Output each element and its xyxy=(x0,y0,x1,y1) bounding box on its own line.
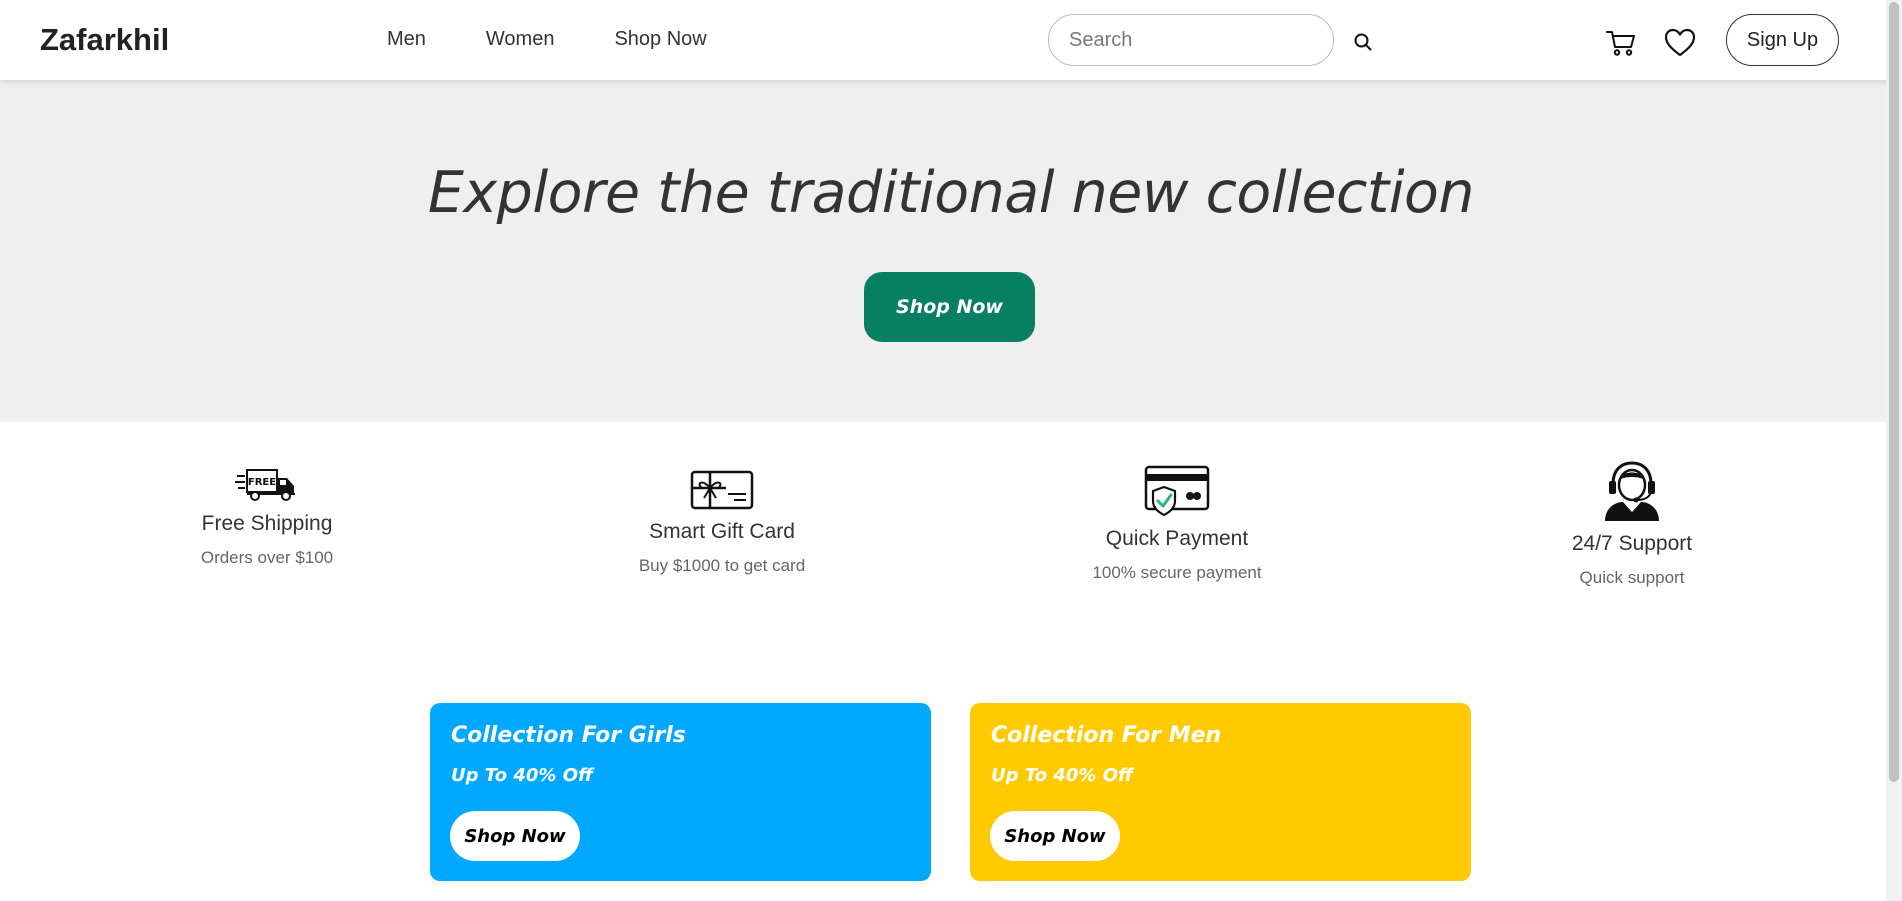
promo-men-shop-now-button[interactable]: Shop Now xyxy=(990,811,1120,861)
main-nav: Men Women Shop Now xyxy=(387,28,707,51)
heart-icon[interactable] xyxy=(1664,28,1696,58)
feature-title: Smart Gift Card xyxy=(649,520,795,543)
free-badge-text: FREE xyxy=(248,477,276,488)
hero-shop-now-button[interactable]: Shop Now xyxy=(864,272,1035,342)
promo-card-girls: Collection For Girls Up To 40% Off Shop … xyxy=(430,703,931,881)
brand-logo[interactable]: Zafarkhil xyxy=(40,22,169,58)
promo-card-men: Collection For Men Up To 40% Off Shop No… xyxy=(970,703,1471,881)
feature-subtitle: Quick support xyxy=(1579,568,1685,587)
nav-link-women[interactable]: Women xyxy=(486,28,555,51)
free-shipping-truck-icon: FREE xyxy=(235,469,295,501)
cart-icon[interactable] xyxy=(1606,29,1636,57)
promo-girls-shop-now-button[interactable]: Shop Now xyxy=(450,811,580,861)
feature-title: Free Shipping xyxy=(201,512,333,535)
feature-support: 24/7 Support Quick support xyxy=(1432,460,1832,588)
promo-subtitle: Up To 40% Off xyxy=(451,765,593,786)
hero-banner: Explore the traditional new collection S… xyxy=(0,80,1902,422)
gift-card-icon xyxy=(690,470,754,510)
navbar: Zafarkhil Men Women Shop Now Sign Up xyxy=(0,0,1902,80)
search-icon[interactable] xyxy=(1353,32,1373,52)
signup-button[interactable]: Sign Up xyxy=(1726,14,1839,66)
feature-gift-card: Smart Gift Card Buy $1000 to get card xyxy=(522,470,922,576)
features-section: FREE Free Shipping Orders over $100 Smar… xyxy=(0,422,1902,662)
vertical-scrollbar[interactable] xyxy=(1886,0,1902,901)
support-agent-icon xyxy=(1605,461,1659,521)
feature-title: 24/7 Support xyxy=(1571,532,1693,555)
feature-title: Quick Payment xyxy=(1105,527,1249,550)
search-input[interactable] xyxy=(1048,14,1334,66)
scrollbar-thumb[interactable] xyxy=(1889,2,1899,782)
secure-payment-card-icon xyxy=(1144,465,1210,517)
hero-title: Explore the traditional new collection xyxy=(427,160,1475,226)
nav-link-shop-now[interactable]: Shop Now xyxy=(614,28,706,51)
feature-free-shipping: FREE Free Shipping Orders over $100 xyxy=(67,468,467,568)
feature-quick-payment: Quick Payment 100% secure payment xyxy=(977,465,1377,583)
feature-subtitle: Buy $1000 to get card xyxy=(638,556,806,575)
feature-subtitle: Orders over $100 xyxy=(200,548,334,567)
page: Zafarkhil Men Women Shop Now Sign Up Exp… xyxy=(0,0,1902,901)
promo-title: Collection For Girls xyxy=(451,723,686,748)
page-content: Zafarkhil Men Women Shop Now Sign Up Exp… xyxy=(0,0,1902,901)
promo-title: Collection For Men xyxy=(991,723,1222,748)
feature-subtitle: 100% secure payment xyxy=(1092,563,1262,582)
promo-subtitle: Up To 40% Off xyxy=(991,765,1133,786)
nav-link-men[interactable]: Men xyxy=(387,28,426,51)
